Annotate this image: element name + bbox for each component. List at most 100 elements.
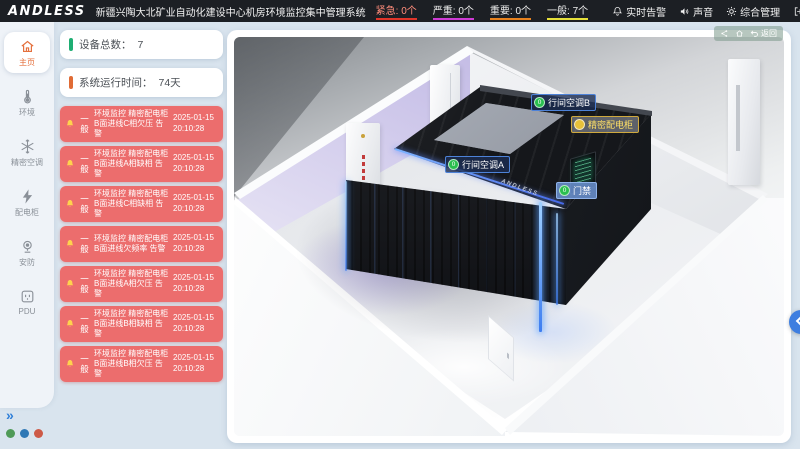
realtime-alarm-button[interactable]: 实时告警 — [612, 4, 666, 19]
system-title: 新疆兴陶大北矿业自动化建设中心机房环境监控集中管理系统 — [96, 4, 366, 19]
speaker-icon — [679, 6, 690, 17]
alarm-date: 2025-01-15 — [173, 113, 214, 122]
accent-bar — [69, 38, 73, 51]
alarm-message: 环境监控 精密配电柜 B面进线C相欠压 告警 — [94, 109, 169, 139]
alarm-time: 20:10:28 — [173, 244, 204, 253]
alarm-count-general[interactable]: 一般: 7个 — [547, 2, 588, 20]
alarm-time: 20:10:28 — [173, 124, 204, 133]
marker-row-ac-b[interactable]: 0 行间空调B — [531, 94, 596, 111]
alarm-time: 20:10:28 — [173, 204, 204, 213]
alarm-time: 20:10:28 — [173, 324, 204, 333]
alarm-row[interactable]: 一般 环境监控 精密配电柜 B面进线欠频率 告警 2025-01-15 20:10… — [60, 226, 223, 262]
marker-row-ac-a[interactable]: 0 行间空调A — [445, 156, 510, 173]
alarm-date: 2025-01-15 — [173, 233, 214, 242]
socket-icon — [19, 288, 36, 305]
alarm-bell-icon — [65, 359, 75, 369]
alarm-message: 环境监控 精密配电柜 B面进线欠频率 告警 — [94, 234, 169, 254]
alarm-message: 环境监控 精密配电柜 B面进线C相缺相 告警 — [94, 189, 169, 219]
led-strip — [539, 202, 542, 332]
alarm-count-critical[interactable]: 紧急: 0个 — [376, 2, 417, 20]
alarm-bell-icon — [65, 239, 75, 249]
marker-status-dot: 0 — [534, 97, 545, 108]
device-total-card: 设备总数： 7 — [60, 30, 223, 59]
alarm-count-important[interactable]: 重要: 0个 — [490, 2, 531, 20]
rack-display — [575, 158, 591, 185]
status-dot-green — [6, 429, 15, 438]
lightning-icon — [19, 188, 36, 205]
severity-badge: 一般 — [79, 354, 90, 374]
admin-management-button[interactable]: 综合管理 — [726, 4, 780, 19]
scene-back-button[interactable]: 返回 — [750, 28, 777, 39]
sidebar-nav: 主页 环境 精密空调 配电柜 安防 PDU — [0, 22, 54, 408]
severity-badge: 一般 — [79, 114, 90, 134]
home-icon[interactable] — [735, 29, 744, 38]
topbar-buttons: 实时告警 声音 综合管理 注销(admin) — [612, 4, 800, 19]
scene-toolbar: 返回 — [714, 26, 783, 41]
main-3d-panel: ANDLESS 0 行间空调B 精密配电柜 0 行间空调A 0 门禁 — [227, 30, 791, 443]
sidebar-item-pdu[interactable]: PDU — [4, 282, 50, 321]
alarm-time: 20:10:28 — [173, 164, 204, 173]
sidebar-expand-toggle[interactable]: » — [6, 407, 12, 423]
marker-status-dot: 0 — [559, 185, 570, 196]
topbar: ANDLESS 新疆兴陶大北矿业自动化建设中心机房环境监控集中管理系统 紧急: … — [0, 0, 800, 22]
led-strip — [345, 181, 347, 271]
home-icon — [19, 38, 36, 55]
alarm-count-severe[interactable]: 严重: 0个 — [433, 2, 474, 20]
alarm-time: 20:10:28 — [173, 364, 204, 373]
alarm-row[interactable]: 一般 环境监控 精密配电柜 B面进线B相欠压 告警 2025-01-1520:1… — [60, 346, 223, 382]
sound-button[interactable]: 声音 — [679, 4, 713, 19]
alarm-row[interactable]: 一般 环境监控 精密配电柜 B面进线C相缺相 告警 2025-01-15 20:1… — [60, 186, 223, 222]
uptime-card: 系统运行时间： 74天 — [60, 68, 223, 97]
alarm-date: 2025-01-15 — [173, 313, 214, 322]
status-dot-blue — [20, 429, 29, 438]
alarm-bell-icon — [65, 119, 75, 129]
camera-icon — [19, 238, 36, 255]
thermometer-icon — [19, 88, 36, 105]
alarm-date: 2025-01-15 — [173, 273, 214, 282]
alarm-row[interactable]: 一般 环境监控 精密配电柜 B面进线B相缺相 告警 2025-01-15 20:1… — [60, 306, 223, 342]
alarm-bell-icon — [65, 319, 75, 329]
logout-button[interactable]: 注销(admin) — [793, 4, 800, 19]
uptime-value: 74天 — [159, 75, 181, 90]
status-dot-red — [34, 429, 43, 438]
severity-badge: 一般 — [79, 154, 90, 174]
marker-power-cabinet[interactable]: 精密配电柜 — [571, 116, 639, 133]
share-icon[interactable] — [720, 29, 729, 38]
severity-badge: 一般 — [79, 194, 90, 214]
severity-badge: 一般 — [79, 274, 90, 294]
alarm-time: 20:10:28 — [173, 284, 204, 293]
accent-bar — [69, 76, 73, 89]
alarm-date: 2025-01-15 — [173, 193, 214, 202]
severity-badge: 一般 — [79, 234, 90, 254]
sidebar-item-home[interactable]: 主页 — [4, 32, 50, 73]
alarm-bell-icon — [65, 199, 75, 209]
sidebar-item-security[interactable]: 安防 — [4, 232, 50, 273]
alarm-message: 环境监控 精密配电柜 B面进线A相欠压 告警 — [94, 269, 169, 299]
alarm-message: 环境监控 精密配电柜 B面进线A相缺相 告警 — [94, 149, 169, 179]
sidebar-item-environment[interactable]: 环境 — [4, 82, 50, 123]
brand-logo: ANDLESS — [8, 4, 86, 19]
alarm-bell-icon — [65, 159, 75, 169]
logout-icon — [793, 6, 800, 17]
room-3d-viewport[interactable]: ANDLESS 0 行间空调B 精密配电柜 0 行间空调A 0 门禁 — [234, 37, 784, 436]
alarm-bell-icon — [65, 279, 75, 289]
alarm-row[interactable]: 一般 环境监控 精密配电柜 B面进线A相欠压 告警 2025-01-15 20:1… — [60, 266, 223, 302]
alarm-date: 2025-01-15 — [173, 153, 214, 162]
alarm-date: 2025-01-15 — [173, 353, 214, 362]
sidebar-item-precision-ac[interactable]: 精密空调 — [4, 132, 50, 173]
alarm-row[interactable]: 一般 环境监控 精密配电柜 B面进线C相欠压 告警 2025-01-15 20:1… — [60, 106, 223, 142]
marker-status-dot — [574, 119, 585, 130]
status-dots — [6, 429, 43, 438]
led-strip — [556, 213, 558, 305]
severity-badge: 一般 — [79, 314, 90, 334]
crac-unit — [728, 59, 760, 185]
alarm-counters: 紧急: 0个 严重: 0个 重要: 0个 一般: 7个 — [376, 2, 589, 20]
alarm-row[interactable]: 一般 环境监控 精密配电柜 B面进线A相缺相 告警 2025-01-15 20:1… — [60, 146, 223, 182]
sidebar-item-power-cabinet[interactable]: 配电柜 — [4, 182, 50, 223]
marker-status-dot: 0 — [448, 159, 459, 170]
undo-icon — [750, 29, 759, 38]
marker-access-control[interactable]: 0 门禁 — [556, 182, 597, 199]
bell-icon — [612, 6, 623, 17]
alarm-list[interactable]: 一般 环境监控 精密配电柜 B面进线C相欠压 告警 2025-01-15 20:1… — [60, 106, 223, 382]
alarm-message: 环境监控 精密配电柜 B面进线B相缺相 告警 — [94, 309, 169, 339]
